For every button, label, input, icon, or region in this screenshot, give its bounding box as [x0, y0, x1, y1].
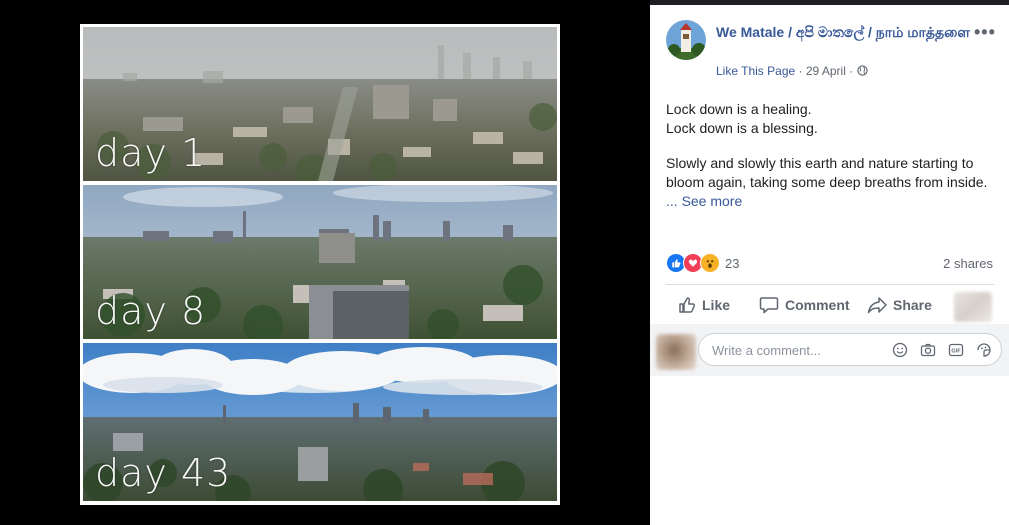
camera-icon[interactable]	[919, 341, 937, 359]
more-options-icon[interactable]: •••	[974, 22, 996, 43]
svg-text:GIF: GIF	[951, 349, 961, 355]
share-label: Share	[893, 297, 932, 313]
day-label: day 43	[95, 451, 232, 495]
post-line-1: Lock down is a healing.	[666, 101, 812, 117]
viewer-avatar-thumb[interactable]	[954, 292, 992, 322]
comment-icon	[759, 296, 785, 314]
comment-placeholder: Write a comment...	[712, 343, 821, 358]
day-label: day 8	[95, 289, 207, 333]
photo-viewer[interactable]: day 1 day 8 day 43	[0, 0, 650, 525]
reaction-count: 23	[725, 255, 740, 271]
gif-icon[interactable]: GIF	[947, 341, 965, 359]
emoji-icon[interactable]	[891, 341, 909, 359]
divider	[666, 284, 994, 285]
share-icon	[867, 296, 893, 314]
post-date[interactable]: 29 April	[806, 64, 846, 78]
page-name-link[interactable]: We Matale / අපි මාතලේ / நாம் மாத்தளை	[716, 23, 976, 41]
globe-icon	[856, 65, 868, 79]
post-photo[interactable]: day 1 day 8 day 43	[80, 24, 560, 505]
photo-panel-day-1: day 1	[83, 27, 557, 181]
post-message: Lock down is a healing. Lock down is a bl…	[666, 100, 996, 227]
post-meta: Like This Page · 29 April ·	[716, 64, 868, 79]
top-divider	[650, 0, 1009, 5]
comment-label: Comment	[785, 297, 850, 313]
post-paragraph: Slowly and slowly this earth and nature …	[666, 155, 988, 190]
post-line-2: Lock down is a blessing.	[666, 120, 818, 136]
photo-panel-day-43: day 43	[83, 343, 557, 501]
see-more-link[interactable]: See more	[682, 193, 743, 209]
ellipsis: ...	[666, 193, 682, 209]
shares-count[interactable]: 2 shares	[920, 256, 993, 271]
comment-input[interactable]: Write a comment... GIF	[698, 333, 1002, 366]
like-page-link[interactable]: Like This Page	[716, 64, 795, 78]
commenter-avatar	[656, 334, 696, 370]
share-button[interactable]: Share	[867, 294, 932, 316]
reactions-summary[interactable]: 23	[666, 253, 739, 273]
photo-panel-day-8: day 8	[83, 185, 557, 339]
day-label: day 1	[95, 131, 207, 175]
sticker-icon[interactable]	[975, 341, 993, 359]
page-avatar[interactable]	[666, 20, 706, 60]
like-icon	[678, 296, 702, 314]
like-button[interactable]: Like	[678, 294, 730, 316]
like-label: Like	[702, 297, 731, 313]
comment-button[interactable]: Comment	[759, 294, 850, 316]
wow-reaction-icon	[700, 253, 720, 273]
